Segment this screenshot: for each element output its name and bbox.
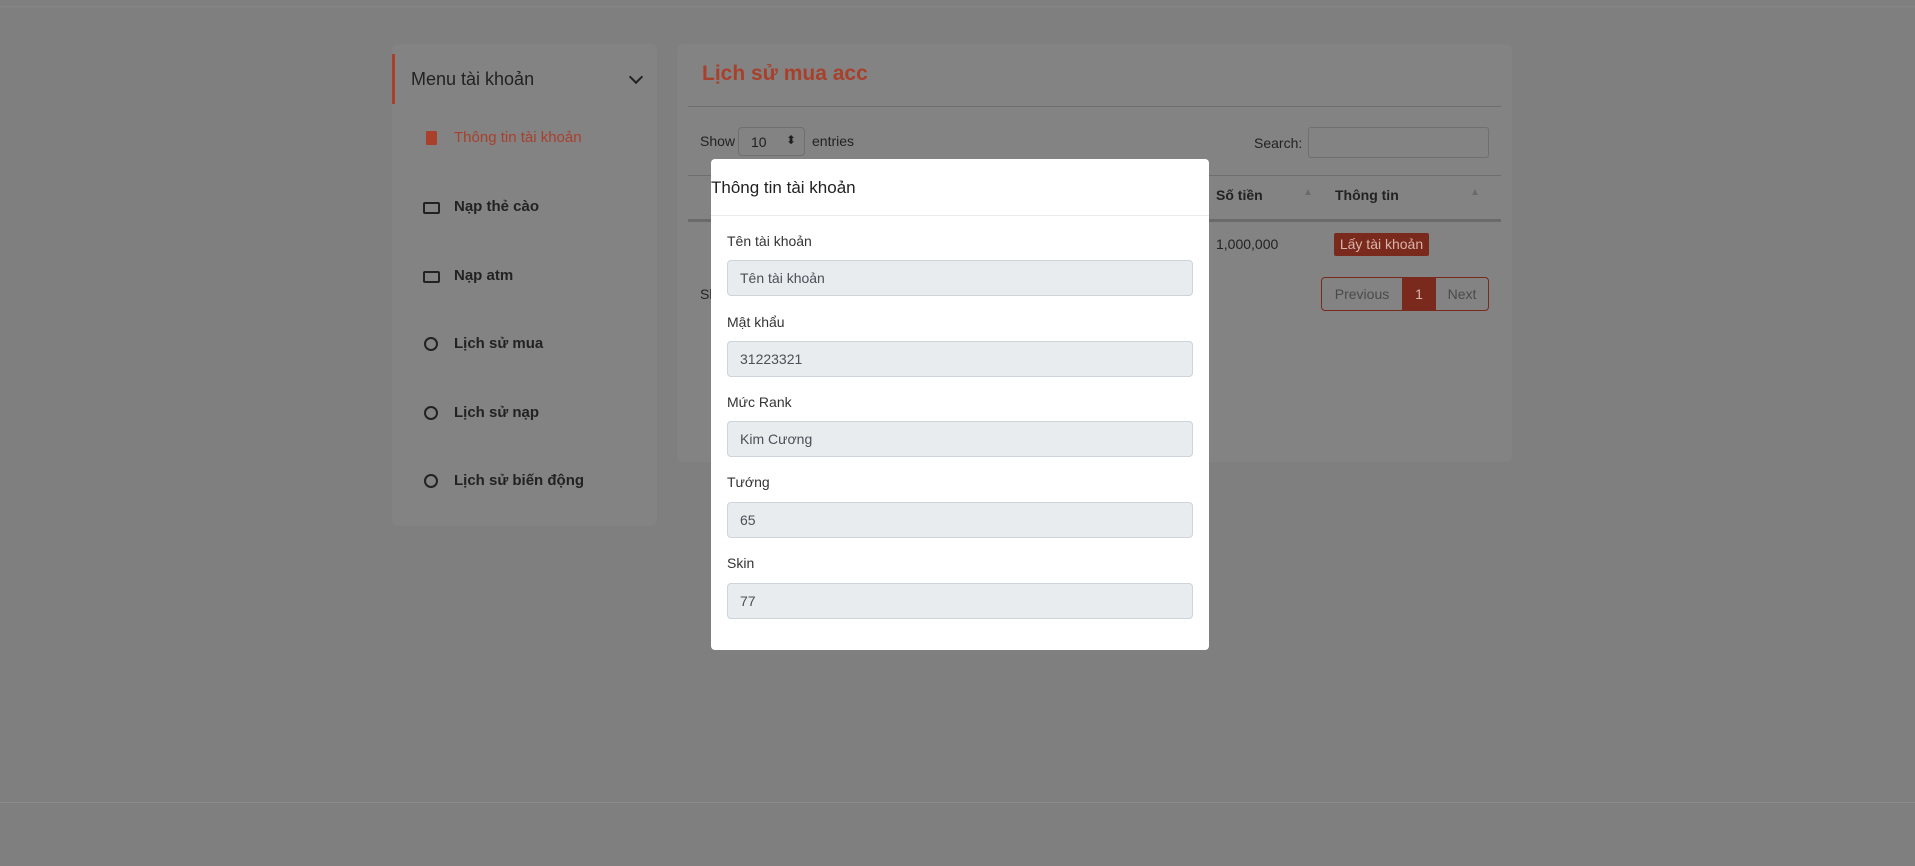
heroes-label: Tướng	[727, 474, 770, 490]
entries-select[interactable]: 10	[738, 127, 805, 156]
sidebar-item-label: Nạp atm	[454, 267, 514, 284]
amount-cell: 1,000,000	[1216, 236, 1279, 252]
modal-divider	[711, 215, 1209, 216]
sidebar-item-label: Thông tin tài khoản	[454, 129, 582, 146]
column-header-amount[interactable]: Số tiền	[1216, 187, 1263, 203]
sidebar-item-topup-history[interactable]: Lịch sử nạp	[392, 401, 657, 431]
page-title: Lịch sử mua acc	[702, 62, 868, 85]
title-divider	[688, 106, 1501, 107]
sidebar-item-label: Lịch sử nạp	[454, 404, 540, 421]
get-account-button[interactable]: Lấy tài khoản	[1334, 233, 1429, 256]
search-input[interactable]	[1308, 127, 1489, 158]
username-label: Tên tài khoản	[727, 233, 812, 249]
money-icon	[423, 202, 440, 214]
sidebar-item-purchase-history[interactable]: Lịch sử mua	[392, 332, 657, 362]
sort-icon[interactable]: ▲	[1470, 187, 1480, 198]
entries-label: entries	[812, 133, 855, 149]
account-info-modal: Thông tin tài khoản Tên tài khoản Tên tà…	[711, 159, 1209, 650]
sidebar-item-label: Nạp thẻ cào	[454, 198, 540, 215]
pagination: Previous 1 Next	[1321, 277, 1489, 311]
sidebar-item-account-info[interactable]: Thông tin tài khoản	[392, 126, 657, 156]
sidebar-item-card-topup[interactable]: Nạp thẻ cào	[392, 195, 657, 225]
menu-title: Menu tài khoản	[411, 69, 535, 89]
money-icon	[423, 271, 440, 283]
footer-divider	[0, 802, 1915, 803]
sidebar-item-label: Lịch sử biến động	[454, 472, 585, 489]
search-label: Search:	[1254, 135, 1303, 151]
show-label: Show	[700, 133, 736, 149]
header-divider	[0, 6, 1915, 7]
sidebar-item-balance-history[interactable]: Lịch sử biến động	[392, 469, 657, 499]
account-sidebar: Menu tài khoản Thông tin tài khoản Nạp t…	[392, 44, 657, 526]
rank-field[interactable]: Kim Cương	[727, 421, 1193, 457]
next-button[interactable]: Next	[1436, 278, 1488, 310]
rank-label: Mức Rank	[727, 394, 792, 410]
skin-label: Skin	[727, 555, 755, 571]
modal-title: Thông tin tài khoản	[711, 178, 856, 197]
password-field[interactable]: 31223321	[727, 341, 1193, 377]
sidebar-item-label: Lịch sử mua	[454, 335, 544, 352]
clock-icon	[424, 337, 438, 351]
clock-icon	[424, 474, 438, 488]
file-icon	[426, 131, 437, 145]
heroes-field[interactable]: 65	[727, 502, 1193, 538]
previous-button[interactable]: Previous	[1322, 278, 1402, 310]
menu-header[interactable]: Menu tài khoản	[392, 54, 657, 104]
skin-field[interactable]: 77	[727, 583, 1193, 619]
chevron-down-icon[interactable]	[628, 69, 644, 85]
sort-icon[interactable]: ▲	[1303, 187, 1313, 198]
column-header-info[interactable]: Thông tin	[1335, 187, 1399, 203]
password-label: Mật khẩu	[727, 314, 785, 330]
sidebar-item-atm-topup[interactable]: Nạp atm	[392, 264, 657, 294]
clock-icon	[424, 406, 438, 420]
page-1-button[interactable]: 1	[1402, 278, 1436, 310]
username-field[interactable]: Tên tài khoản	[727, 260, 1193, 296]
